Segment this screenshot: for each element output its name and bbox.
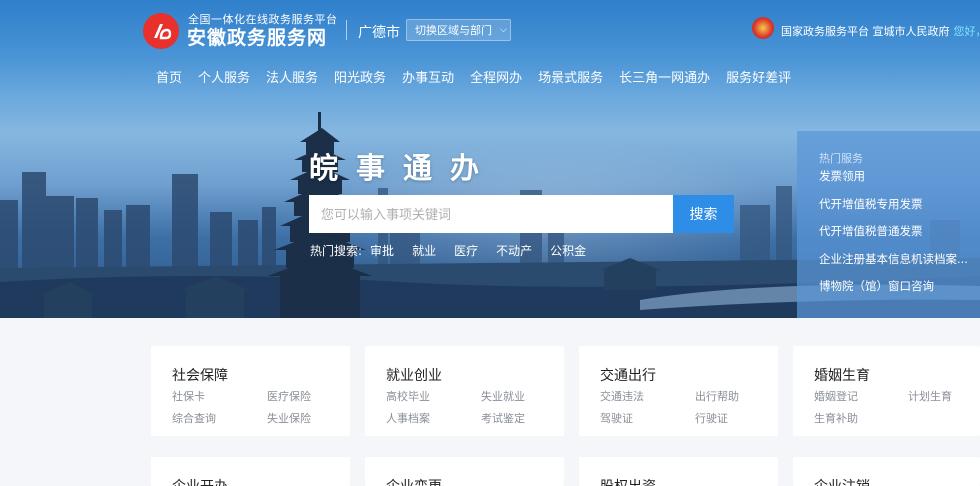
hero-slogan: 皖事通办 bbox=[309, 151, 498, 185]
service-card-equity[interactable]: 股权出资 bbox=[579, 457, 778, 486]
hot-search: 热门搜索: 审批 就业 医疗 不动产 公积金 bbox=[310, 242, 604, 259]
hot-service-item[interactable]: 代开增值税普通发票 bbox=[819, 223, 923, 239]
search-input[interactable] bbox=[309, 195, 673, 233]
chevron-down-icon: ⌵ bbox=[500, 25, 507, 35]
nav-item-interaction[interactable]: 办事互动 bbox=[402, 67, 454, 89]
hot-service-item[interactable]: 企业注册基本信息机读档案... bbox=[819, 251, 968, 267]
top-bar: 全国一体化在线政务服务平台 安徽政务服务网 广德市 切换区域与部门 ⌵ 国家政务… bbox=[0, 0, 980, 60]
logo-emblem-icon bbox=[154, 24, 172, 40]
hot-search-item[interactable]: 就业 bbox=[412, 242, 436, 259]
hot-search-item[interactable]: 公积金 bbox=[550, 242, 586, 259]
header-divider bbox=[346, 20, 347, 40]
nav-item-online[interactable]: 全程网办 bbox=[470, 67, 522, 89]
hot-search-item[interactable]: 审批 bbox=[370, 242, 394, 259]
card-title: 企业开办 bbox=[172, 476, 228, 486]
current-city: 广德市 bbox=[358, 25, 400, 41]
main-nav: 首页 个人服务 法人服务 阳光政务 办事互动 全程网办 场景式服务 长三角一网通… bbox=[148, 67, 799, 89]
card-link[interactable]: 失业保险 bbox=[267, 410, 311, 426]
nav-item-open-gov[interactable]: 阳光政务 bbox=[334, 67, 386, 89]
nav-item-rating[interactable]: 服务好差评 bbox=[726, 67, 791, 89]
service-card-deregistration[interactable]: 企业注销 bbox=[793, 457, 980, 486]
card-title: 婚姻生育 bbox=[814, 368, 870, 384]
card-title: 就业创业 bbox=[386, 368, 442, 384]
card-link[interactable]: 综合查询 bbox=[172, 410, 216, 426]
card-link[interactable]: 人事档案 bbox=[386, 410, 430, 426]
card-link[interactable]: 交通违法 bbox=[600, 388, 644, 404]
service-card-social-security[interactable]: 社会保障 社保卡 医疗保险 综合查询 失业保险 bbox=[151, 346, 350, 436]
card-title: 企业变更 bbox=[386, 476, 442, 486]
hello-link[interactable]: 您好， bbox=[954, 25, 980, 38]
service-card-marriage[interactable]: 婚姻生育 婚姻登记 计划生育 生育补助 bbox=[793, 346, 980, 436]
hero-banner: 全国一体化在线政务服务平台 安徽政务服务网 广德市 切换区域与部门 ⌵ 国家政务… bbox=[0, 0, 980, 318]
card-link[interactable]: 计划生育 bbox=[908, 388, 952, 404]
top-links-text[interactable]: 国家政务服务平台 宣城市人民政府 bbox=[781, 25, 950, 38]
nav-item-legal-person[interactable]: 法人服务 bbox=[266, 67, 318, 89]
service-card-employment[interactable]: 就业创业 高校毕业 失业就业 人事档案 考试鉴定 bbox=[365, 346, 564, 436]
card-title: 企业注销 bbox=[814, 476, 870, 486]
card-link[interactable]: 出行帮助 bbox=[695, 388, 739, 404]
nav-item-yangtze[interactable]: 长三角一网通办 bbox=[619, 67, 710, 89]
hot-search-item[interactable]: 医疗 bbox=[454, 242, 478, 259]
service-card-business-start[interactable]: 企业开办 bbox=[151, 457, 350, 486]
nav-item-scenario[interactable]: 场景式服务 bbox=[538, 67, 603, 89]
hot-services-title: 热门服务 bbox=[819, 152, 863, 165]
card-link[interactable]: 医疗保险 bbox=[267, 388, 311, 404]
card-link[interactable]: 婚姻登记 bbox=[814, 388, 858, 404]
card-link[interactable]: 社保卡 bbox=[172, 388, 205, 404]
top-links[interactable]: 国家政务服务平台 宣城市人民政府您好， bbox=[781, 23, 980, 39]
card-link[interactable]: 驾驶证 bbox=[600, 410, 633, 426]
hot-search-item[interactable]: 不动产 bbox=[496, 242, 532, 259]
service-card-business-change[interactable]: 企业变更 bbox=[365, 457, 564, 486]
hot-service-item[interactable]: 代开增值税专用发票 bbox=[819, 196, 923, 212]
card-title: 社会保障 bbox=[172, 368, 228, 384]
switch-region-label: 切换区域与部门 bbox=[415, 24, 492, 37]
card-link[interactable]: 失业就业 bbox=[481, 388, 525, 404]
logo-title[interactable]: 安徽政务服务网 bbox=[187, 23, 327, 50]
search-button[interactable]: 搜索 bbox=[673, 195, 734, 233]
site-logo-icon[interactable] bbox=[143, 13, 179, 49]
card-link[interactable]: 行驶证 bbox=[695, 410, 728, 426]
nav-item-personal[interactable]: 个人服务 bbox=[198, 67, 250, 89]
service-card-transport[interactable]: 交通出行 交通违法 出行帮助 驾驶证 行驶证 bbox=[579, 346, 778, 436]
card-title: 交通出行 bbox=[600, 368, 656, 384]
hot-service-item[interactable]: 博物院（馆）窗口咨询 bbox=[819, 278, 934, 294]
card-link[interactable]: 生育补助 bbox=[814, 410, 858, 426]
nav-item-home[interactable]: 首页 bbox=[156, 67, 182, 89]
switch-region-button[interactable]: 切换区域与部门 ⌵ bbox=[406, 19, 511, 41]
hot-service-item[interactable]: 发票领用 bbox=[819, 168, 865, 184]
national-emblem-icon bbox=[752, 17, 774, 39]
card-title: 股权出资 bbox=[600, 476, 656, 486]
hot-services-panel: 热门服务 发票领用 代开增值税专用发票 代开增值税普通发票 企业注册基本信息机读… bbox=[797, 131, 980, 318]
card-link[interactable]: 考试鉴定 bbox=[481, 410, 525, 426]
hot-search-label: 热门搜索: bbox=[310, 244, 363, 258]
card-link[interactable]: 高校毕业 bbox=[386, 388, 430, 404]
